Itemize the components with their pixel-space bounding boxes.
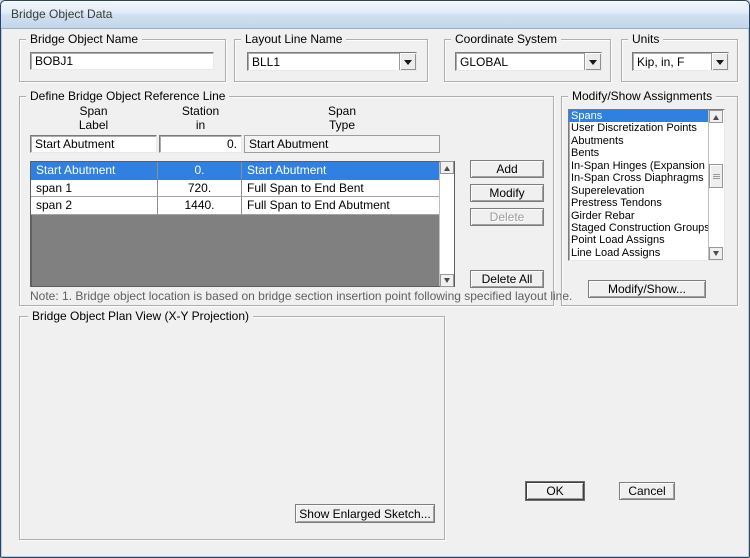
station-input[interactable]: [159, 135, 242, 153]
reference-line-group: Define Bridge Object Reference Line Span…: [19, 96, 554, 306]
column-header-station: Station in: [159, 104, 242, 132]
column-header-span-label: Span Label: [30, 104, 157, 132]
dropdown-arrow-icon[interactable]: [584, 53, 601, 70]
units-group: Units Kip, in, F: [621, 39, 738, 82]
span-label-input[interactable]: [30, 135, 157, 153]
chevron-down-icon: [404, 60, 412, 69]
show-enlarged-sketch-button[interactable]: Show Enlarged Sketch...: [295, 504, 435, 523]
add-button[interactable]: Add: [470, 160, 544, 178]
layout-line-name-dropdown[interactable]: BLL1: [247, 52, 417, 71]
scrollbar-grip-icon: [713, 174, 720, 179]
scroll-down-icon: [444, 278, 450, 286]
assignment-item[interactable]: Abutments: [569, 135, 708, 147]
coordinate-system-group: Coordinate System GLOBAL: [444, 39, 611, 82]
assignments-scrollbar[interactable]: [708, 110, 724, 260]
chevron-down-icon: [716, 60, 724, 69]
titlebar[interactable]: Bridge Object Data: [1, 1, 749, 29]
coordinate-system-value: GLOBAL: [456, 53, 584, 70]
cancel-button[interactable]: Cancel: [619, 482, 675, 500]
cell-station: 720.: [158, 180, 242, 197]
bridge-object-name-group: Bridge Object Name: [19, 39, 226, 82]
assignment-item[interactable]: Line Load Assigns: [569, 247, 708, 259]
plan-view-group-label: Bridge Object Plan View (X-Y Projection): [28, 309, 253, 323]
cell-type: Full Span to End Bent: [242, 180, 439, 197]
cell-label: span 1: [31, 180, 158, 197]
span-type-display: Start Abutment: [244, 135, 440, 153]
units-value: Kip, in, F: [633, 53, 711, 70]
coordinate-system-dropdown[interactable]: GLOBAL: [455, 52, 602, 71]
cell-label: Start Abutment: [31, 162, 158, 179]
assignment-item[interactable]: Prestress Tendons: [569, 197, 708, 209]
cell-type: Full Span to End Abutment: [242, 197, 439, 214]
layout-line-name-value: BLL1: [248, 53, 399, 70]
plan-view-group: Bridge Object Plan View (X-Y Projection): [19, 316, 445, 540]
bridge-object-name-input[interactable]: [30, 52, 214, 70]
scroll-up-button[interactable]: [440, 161, 454, 174]
ok-button[interactable]: OK: [526, 482, 584, 500]
scroll-down-button[interactable]: [440, 274, 454, 287]
layout-line-name-label: Layout Line Name: [241, 32, 346, 46]
cell-label: span 2: [31, 197, 158, 214]
dropdown-arrow-icon[interactable]: [711, 53, 728, 70]
bridge-object-name-label: Bridge Object Name: [26, 32, 142, 46]
coordinate-system-label: Coordinate System: [451, 32, 561, 46]
scroll-down-button[interactable]: [709, 247, 723, 260]
delete-button: Delete: [470, 208, 544, 226]
table-row[interactable]: span 21440.Full Span to End Abutment: [31, 197, 439, 215]
assignment-item[interactable]: In-Span Hinges (Expansion Jts): [569, 160, 708, 172]
reference-line-table[interactable]: Start Abutment0.Start Abutmentspan 1720.…: [30, 161, 455, 287]
scroll-down-icon: [713, 251, 719, 259]
window-title: Bridge Object Data: [11, 7, 112, 21]
modify-button[interactable]: Modify: [470, 184, 544, 202]
scroll-up-icon: [713, 112, 719, 120]
assignment-item[interactable]: Girder Rebar: [569, 210, 708, 222]
table-row[interactable]: Start Abutment0.Start Abutment: [31, 162, 439, 180]
scroll-up-button[interactable]: [709, 110, 723, 123]
chevron-down-icon: [589, 60, 597, 69]
assignment-item[interactable]: Point Load Assigns: [569, 234, 708, 246]
delete-all-button[interactable]: Delete All: [470, 270, 544, 288]
scrollbar-thumb[interactable]: [709, 164, 723, 188]
scroll-up-icon: [444, 163, 450, 171]
reference-line-group-label: Define Bridge Object Reference Line: [26, 89, 229, 103]
assignment-item[interactable]: In-Span Cross Diaphragms: [569, 172, 708, 184]
assignment-item[interactable]: Bents: [569, 147, 708, 159]
cell-type: Start Abutment: [242, 162, 439, 179]
units-dropdown[interactable]: Kip, in, F: [632, 52, 729, 71]
cell-station: 0.: [158, 162, 242, 179]
assignment-item[interactable]: User Discretization Points: [569, 122, 708, 134]
assignment-item[interactable]: Staged Construction Groups: [569, 222, 708, 234]
layout-line-name-group: Layout Line Name BLL1: [234, 39, 428, 82]
bridge-object-data-dialog: Bridge Object Data Bridge Object Name La…: [0, 0, 750, 558]
units-label: Units: [628, 32, 663, 46]
modify-show-button[interactable]: Modify/Show...: [588, 280, 706, 298]
table-row[interactable]: span 1720.Full Span to End Bent: [31, 180, 439, 198]
assignment-item[interactable]: Superelevation: [569, 185, 708, 197]
reference-line-note: Note: 1. Bridge object location is based…: [30, 289, 572, 303]
cell-station: 1440.: [158, 197, 242, 214]
assignments-group-label: Modify/Show Assignments: [568, 89, 716, 103]
table-scrollbar[interactable]: [439, 162, 454, 286]
assignments-listbox[interactable]: SpansUser Discretization PointsAbutments…: [568, 109, 725, 261]
dropdown-arrow-icon[interactable]: [399, 53, 416, 70]
assignment-item[interactable]: Spans: [569, 110, 708, 122]
column-header-span-type: Span Type: [244, 104, 440, 132]
